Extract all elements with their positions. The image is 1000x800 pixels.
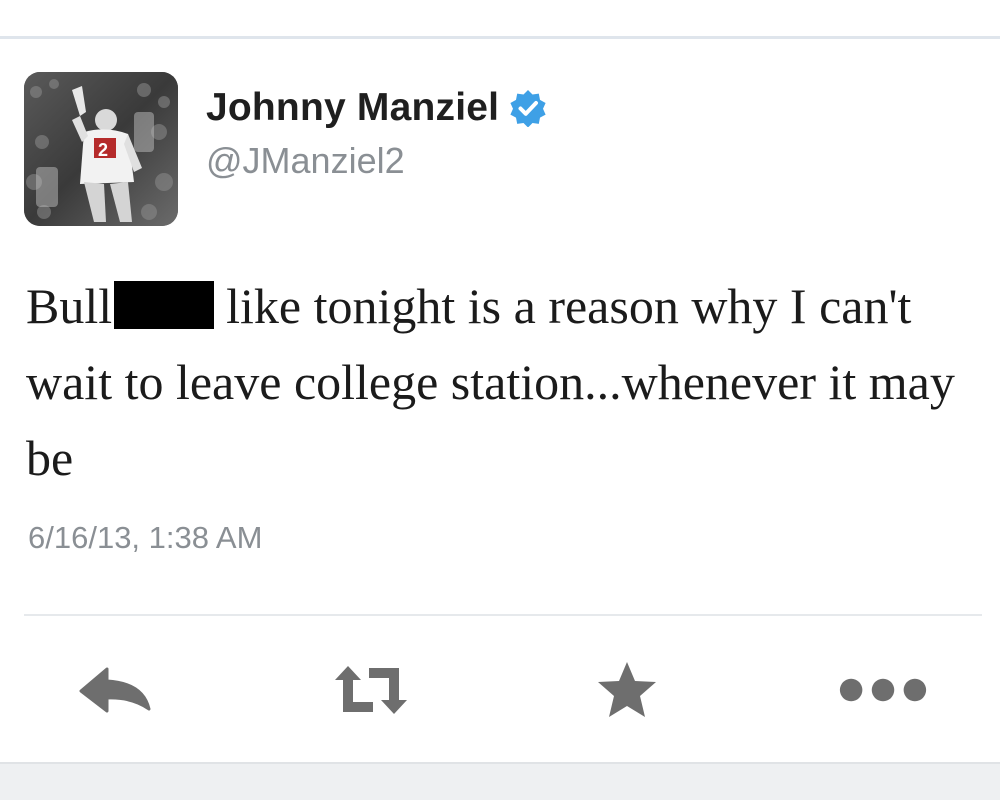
tweet-body: Bull like tonight is a reason why I can't…: [26, 268, 986, 496]
star-icon: [598, 662, 656, 717]
favorite-button[interactable]: [582, 650, 672, 730]
redaction-box: [114, 281, 215, 329]
reply-icon: [79, 667, 151, 713]
avatar[interactable]: 2: [24, 72, 178, 226]
avatar-photo: 2: [24, 72, 178, 226]
tweet-text-start: Bull: [26, 278, 113, 334]
more-icon: [839, 678, 927, 702]
bottom-bar: [0, 762, 1000, 800]
display-name-row: Johnny Manziel: [206, 86, 547, 130]
svg-text:2: 2: [98, 140, 108, 160]
tweet-card: 2 Johnny Manziel @JManziel2 Bull like ton…: [0, 0, 1000, 800]
retweet-icon: [335, 666, 407, 714]
tweet-timestamp[interactable]: 6/16/13, 1:38 AM: [28, 520, 262, 556]
user-handle[interactable]: @JManziel2: [206, 140, 547, 182]
user-names: Johnny Manziel @JManziel2: [206, 86, 547, 182]
tweet-header: 2 Johnny Manziel @JManziel2: [24, 72, 547, 226]
top-divider: [0, 36, 1000, 39]
more-button[interactable]: [838, 650, 928, 730]
display-name[interactable]: Johnny Manziel: [206, 86, 499, 130]
reply-button[interactable]: [70, 650, 160, 730]
action-divider: [24, 614, 982, 616]
retweet-button[interactable]: [326, 650, 416, 730]
verified-badge-icon: [509, 89, 547, 128]
